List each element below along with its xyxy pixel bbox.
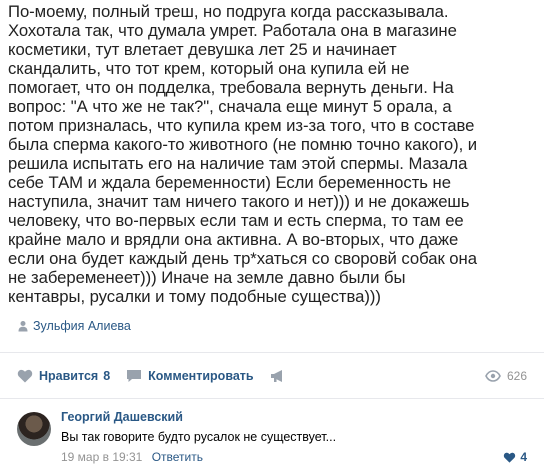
post-line: кентавры, русалки и тому подобные сущест… (8, 287, 381, 306)
views-counter: 626 (485, 369, 527, 383)
comment-icon (127, 370, 142, 382)
divider (0, 352, 544, 353)
heart-icon (17, 369, 33, 383)
post-line: человеку, что во-первых если там и есть … (8, 211, 464, 230)
user-icon (18, 321, 28, 332)
views-count: 626 (506, 369, 527, 383)
post-line: была сперма какого-то животного (не помн… (8, 135, 478, 154)
comment-meta: 19 мар в 19:31 Ответить (61, 450, 203, 464)
post-line: помогает, что он подделка, требовала вер… (8, 78, 454, 97)
post-line: По-моему, полный треш, но подруга когда … (8, 2, 449, 21)
post-line: потом призналась, что купила крем из-за … (8, 116, 475, 135)
comment: Георгий Дашевский Вы так говорите будто … (17, 408, 527, 470)
like-count: 8 (103, 369, 111, 383)
share-button[interactable] (270, 369, 292, 383)
post-line: скандалить, что тот крем, который она ку… (8, 59, 410, 78)
post-line: косметики, тут влетает девушка лет 25 и … (8, 40, 397, 59)
post-line: Хохотала так, что думала умрет. Работала… (8, 21, 457, 40)
post-text-image: По-моему, полный треш, но подруга когда … (8, 2, 482, 306)
megaphone-icon (270, 370, 282, 382)
post-actions-bar: Нравится 8 Комментировать 626 (17, 365, 527, 387)
divider (0, 398, 544, 399)
post-line: крайне мало и врядли она активна. А во-в… (8, 230, 459, 249)
post-author-signature[interactable]: Зульфия Алиева (17, 317, 131, 335)
comment-like-count: 4 (520, 450, 527, 464)
post-line: наступила, значит там ничего такого и не… (8, 192, 470, 211)
comment-date[interactable]: 19 мар в 19:31 (61, 450, 142, 464)
post-line: решила испытать его на наличие там этой … (8, 154, 468, 173)
post-line: если она будет каждый день тр*хаться со … (8, 249, 477, 268)
heart-icon (504, 452, 516, 463)
like-button[interactable]: Нравится 8 (17, 369, 110, 383)
comment-label: Комментировать (148, 369, 254, 383)
comment-button[interactable]: Комментировать (126, 369, 254, 383)
comment-text: Вы так говорите будто русалок не существ… (61, 430, 337, 444)
post-line: не забеременеет))) Иначе на земле давно … (8, 268, 406, 287)
comment-like-button[interactable]: 4 (503, 450, 527, 464)
like-label: Нравится (39, 369, 99, 383)
eye-icon (485, 370, 501, 382)
post-line: себе ТАМ и ждала беременности) Если бере… (8, 173, 451, 192)
comment-author[interactable]: Георгий Дашевский (61, 410, 183, 424)
reply-button[interactable]: Ответить (152, 450, 203, 464)
avatar[interactable] (17, 412, 51, 446)
post-author-name[interactable]: Зульфия Алиева (33, 319, 131, 333)
post-line: вопрос: "А что же не так?", сначала еще … (8, 97, 452, 116)
